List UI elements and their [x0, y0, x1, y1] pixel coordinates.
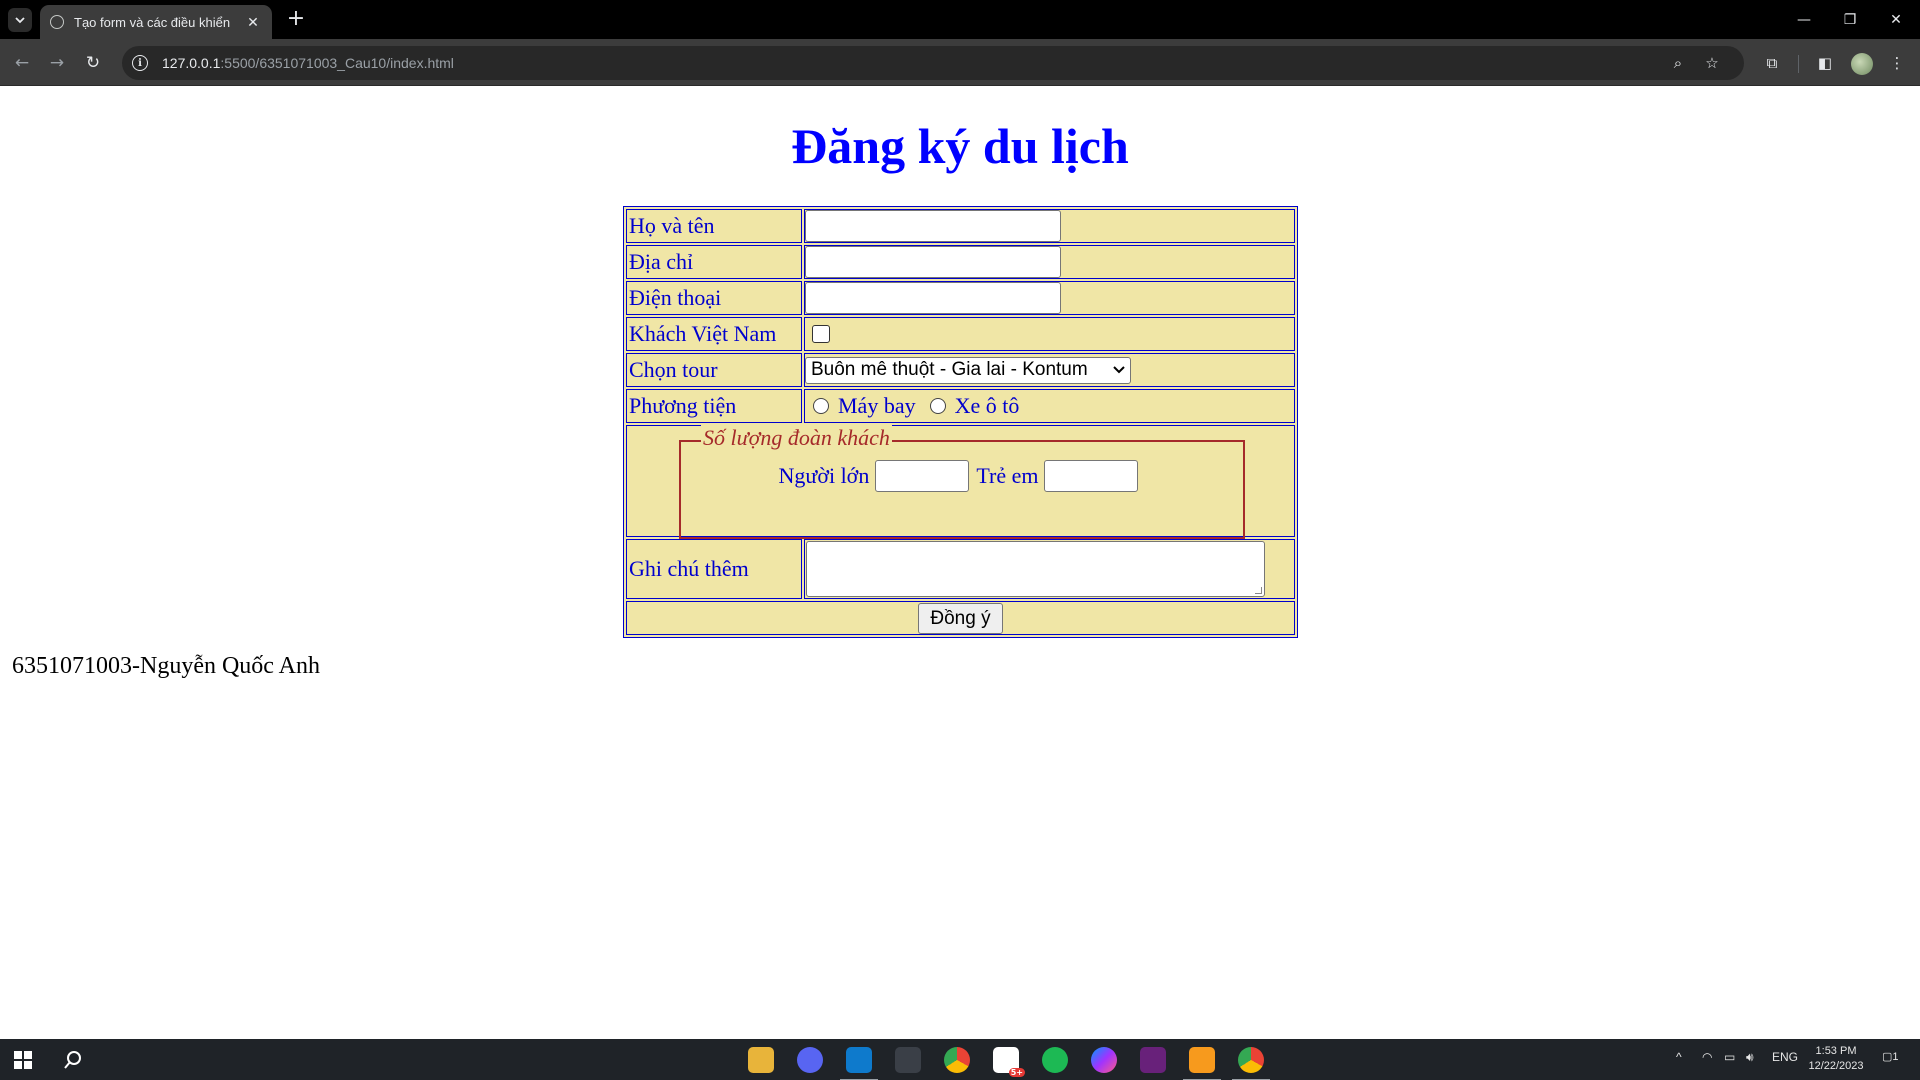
- phone-input[interactable]: [805, 282, 1061, 314]
- web-page: Đăng ký du lịch Họ và tên Địa chỉ Điện t…: [0, 87, 1920, 1039]
- clock-date: 12/22/2023: [1808, 1060, 1864, 1072]
- registration-form: Họ và tên Địa chỉ Điện thoại Khách Việt …: [623, 206, 1298, 638]
- discord-icon[interactable]: [797, 1047, 823, 1073]
- notes-textarea[interactable]: [806, 541, 1265, 597]
- adults-label: Người lớn: [778, 463, 870, 488]
- phone-label: Điện thoại: [626, 281, 802, 315]
- plane-radio-label[interactable]: Máy bay: [838, 393, 916, 419]
- group-size-legend: Số lượng đoàn khách: [701, 425, 892, 451]
- clock-time: 1:53 PM: [1815, 1045, 1857, 1057]
- car-radio-label[interactable]: Xe ô tô: [955, 393, 1020, 419]
- language-indicator[interactable]: ENG: [1772, 1050, 1798, 1064]
- student-id-text: 6351071003-Nguyễn Quốc Anh: [12, 653, 320, 679]
- transport-label: Phương tiện: [626, 389, 802, 423]
- toolbar-divider: [1798, 55, 1799, 73]
- tour-select[interactable]: Buôn mê thuột - Gia lai - Kontum: [805, 356, 1131, 384]
- address-label: Địa chỉ: [626, 245, 802, 279]
- spotify-icon[interactable]: [1042, 1047, 1068, 1073]
- submit-button[interactable]: Đồng ý: [918, 602, 1003, 634]
- page-title: Đăng ký du lịch: [791, 118, 1129, 174]
- vietnamese-guest-label: Khách Việt Nam: [626, 317, 802, 351]
- notification-count: 1: [1892, 1051, 1899, 1063]
- car-radio[interactable]: [929, 398, 946, 414]
- network-icon[interactable]: ◠: [1702, 1050, 1712, 1064]
- browser-tab-bar: Tạo form và các điều khiển ✕ + — ❐ ✕: [0, 0, 1920, 39]
- browser-toolbar: ← → ↻ i 127.0.0.1:5500/6351071003_Cau10/…: [0, 39, 1920, 86]
- minimize-icon[interactable]: —: [1792, 8, 1816, 32]
- messenger-icon[interactable]: [1091, 1047, 1117, 1073]
- zoom-icon[interactable]: ⌕: [1668, 53, 1688, 73]
- forward-icon[interactable]: →: [45, 51, 69, 75]
- clock[interactable]: 1:53 PM 12/22/2023: [1800, 1044, 1872, 1074]
- profile-avatar[interactable]: [1851, 53, 1873, 75]
- group-size-cell: Số lượng đoàn khách Người lớn Trẻ em: [626, 425, 1295, 539]
- adults-input[interactable]: [875, 460, 970, 492]
- windows-start-icon[interactable]: [10, 1047, 36, 1073]
- visual-studio-icon[interactable]: [1140, 1047, 1166, 1073]
- transport-options: Máy bay Xe ô tô: [805, 393, 1294, 419]
- name-label: Họ và tên: [626, 209, 802, 243]
- extensions-icon[interactable]: ⧉: [1760, 51, 1784, 75]
- search-icon[interactable]: [60, 1047, 86, 1073]
- browser-tab[interactable]: Tạo form và các điều khiển ✕: [40, 5, 272, 39]
- battery-icon[interactable]: ▭: [1724, 1050, 1735, 1064]
- name-input[interactable]: [805, 210, 1061, 242]
- vietnamese-guest-checkbox[interactable]: [812, 325, 830, 343]
- chrome-icon[interactable]: [944, 1047, 970, 1073]
- group-size-fieldset: Số lượng đoàn khách Người lớn Trẻ em: [679, 425, 1245, 539]
- windows-taskbar: 5+ ^ ◠ ▭ 🔊︎ ENG 1:53 PM 12/22/2023 ▢1: [0, 1039, 1920, 1080]
- sublime-icon[interactable]: [1183, 1047, 1221, 1080]
- menu-icon[interactable]: ⋮: [1885, 51, 1909, 75]
- zalo-icon[interactable]: 5+: [993, 1047, 1025, 1077]
- tab-list-icon[interactable]: [8, 8, 32, 32]
- bookmark-star-icon[interactable]: ☆: [1702, 53, 1722, 73]
- notes-label: Ghi chú thêm: [626, 539, 802, 599]
- tab-close-icon[interactable]: ✕: [244, 13, 262, 31]
- tour-selected-value: Buôn mê thuột - Gia lai - Kontum: [811, 359, 1088, 380]
- new-tab-button[interactable]: +: [284, 8, 308, 32]
- restore-icon[interactable]: ❐: [1838, 8, 1862, 32]
- children-input[interactable]: [1044, 460, 1139, 492]
- tab-title: Tạo form và các điều khiển: [74, 14, 231, 30]
- url-text: 127.0.0.1:5500/6351071003_Cau10/index.ht…: [162, 55, 454, 71]
- address-input[interactable]: [805, 246, 1061, 278]
- site-info-icon[interactable]: i: [132, 55, 148, 71]
- tour-label: Chọn tour: [626, 353, 802, 387]
- side-panel-icon[interactable]: ◧: [1813, 51, 1837, 75]
- plane-radio[interactable]: [813, 398, 829, 414]
- children-label: Trẻ em: [976, 463, 1039, 488]
- reload-icon[interactable]: ↻: [81, 51, 105, 75]
- back-icon[interactable]: ←: [10, 51, 34, 75]
- file-explorer-icon[interactable]: [748, 1047, 774, 1073]
- notification-icon[interactable]: ▢1: [1882, 1050, 1899, 1063]
- volume-icon[interactable]: 🔊︎: [1746, 1050, 1754, 1065]
- globe-icon: [50, 15, 64, 29]
- address-bar[interactable]: i 127.0.0.1:5500/6351071003_Cau10/index.…: [122, 46, 1744, 80]
- chrome-active-icon[interactable]: [1232, 1047, 1270, 1080]
- vscode-icon[interactable]: [840, 1047, 878, 1080]
- chevron-down-icon: [1113, 366, 1125, 374]
- show-hidden-icons[interactable]: ^: [1676, 1050, 1682, 1064]
- close-icon[interactable]: ✕: [1884, 8, 1908, 32]
- zalo-badge: 5+: [1008, 1068, 1025, 1077]
- app-icon[interactable]: [895, 1047, 921, 1073]
